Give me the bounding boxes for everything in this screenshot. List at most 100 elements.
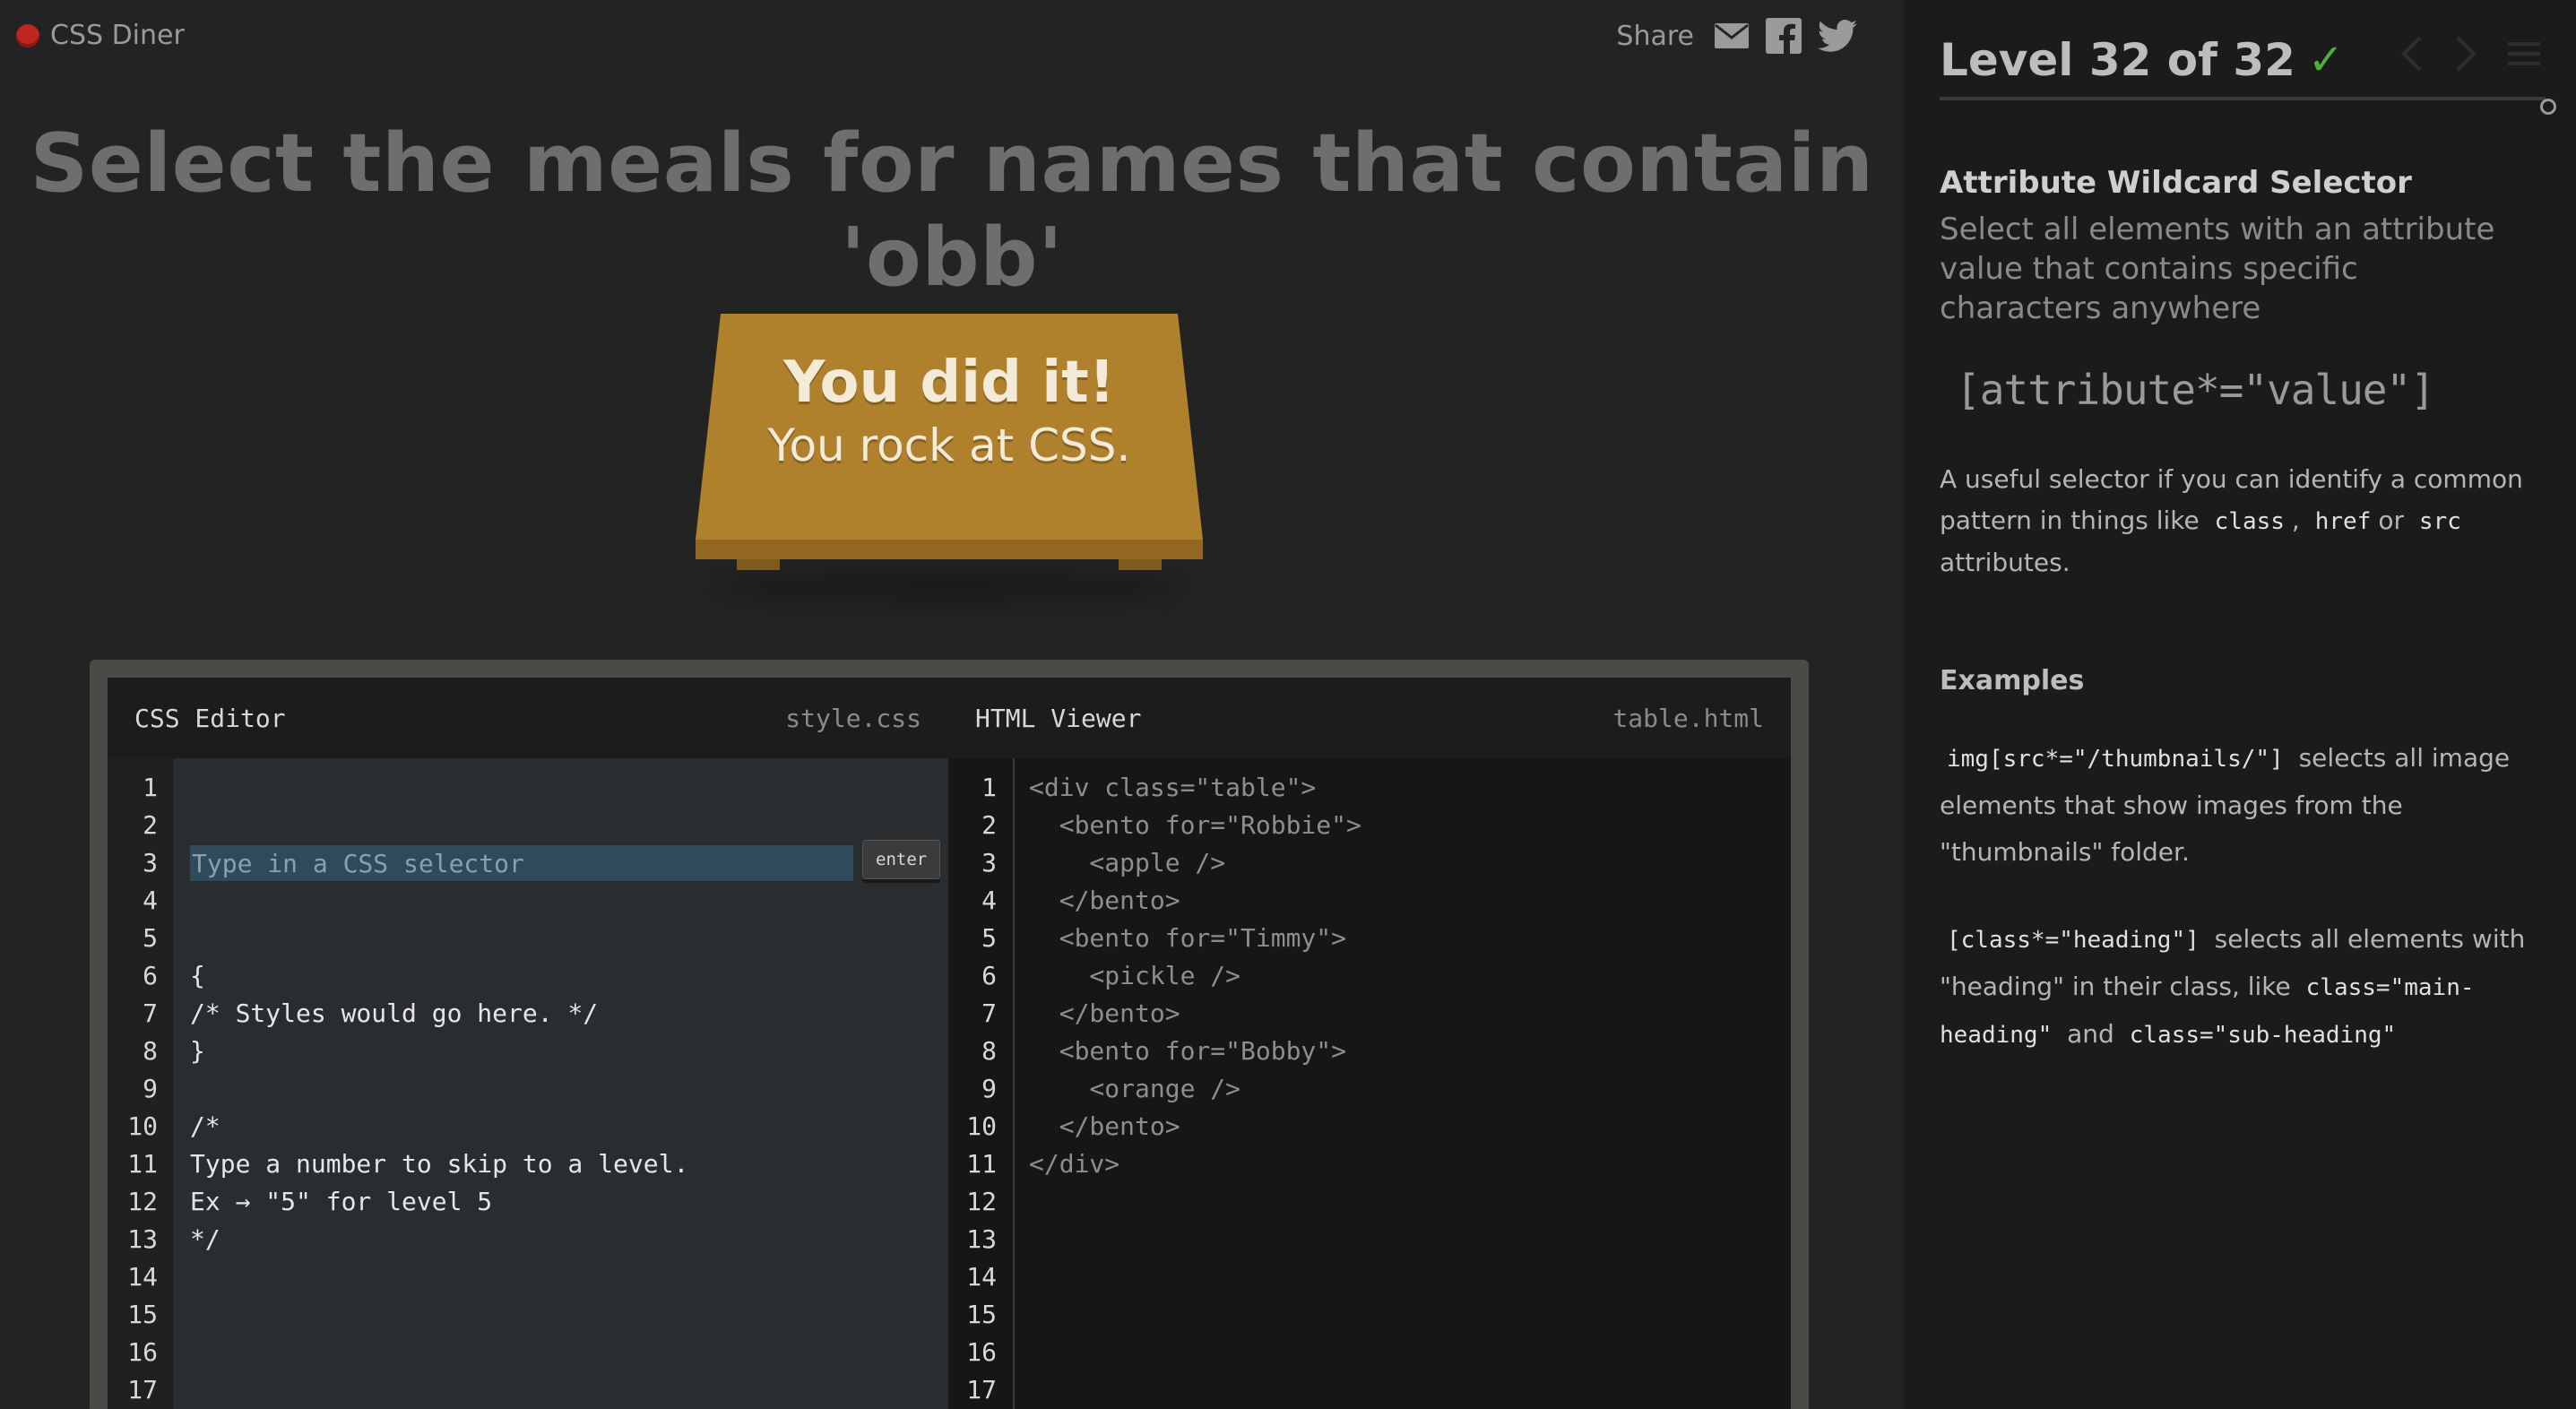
hint-sep-comma: , xyxy=(2291,506,2300,535)
line-number: 14 xyxy=(966,1262,997,1292)
code-line: /* Styles would go here. */ xyxy=(190,998,599,1028)
facebook-icon[interactable] xyxy=(1766,18,1802,54)
hint-tail: attributes. xyxy=(1940,548,2070,577)
code-line: <bento for="Timmy"> xyxy=(1029,923,1347,953)
table-edge xyxy=(696,540,1203,559)
level-sidebar: Level 32 of 32 ✓ Attribute Wildcard Sele… xyxy=(1904,0,2576,1409)
line-number: 9 xyxy=(143,1074,158,1103)
examples-heading: Examples xyxy=(1940,665,2085,696)
selector-syntax: [attribute*="value"] xyxy=(1956,366,2435,414)
line-number: 3 xyxy=(981,848,997,877)
code-line: </bento> xyxy=(1029,886,1180,915)
html-viewer-pane: HTML Viewer table.html 1 2 3 4 5 6 7 8 9 10 11 12 13… xyxy=(948,678,1791,1409)
html-viewer-title: HTML Viewer xyxy=(975,703,1142,733)
line-number: 7 xyxy=(981,998,997,1028)
app-title: CSS Diner xyxy=(50,20,185,51)
line-number: 8 xyxy=(143,1036,158,1066)
code-line: <bento for="Bobby"> xyxy=(1029,1036,1347,1066)
example-2-code-sub: class="sub-heading" xyxy=(2129,1022,2397,1049)
example-1: img[src*="/thumbnails/"] selects all ima… xyxy=(1940,735,2546,876)
code-line: Ex → "5" for level 5 xyxy=(190,1187,493,1216)
line-number: 14 xyxy=(127,1262,158,1292)
code-line: } xyxy=(190,1036,205,1066)
menu-icon[interactable] xyxy=(2508,40,2540,67)
line-number: 6 xyxy=(143,961,158,990)
html-code-lines: <div class="table"> <bento for="Robbie">… xyxy=(1015,758,1791,1409)
level-nav xyxy=(2400,34,2540,73)
game-area: CSS Diner Share Select the meals for nam… xyxy=(0,0,1904,1409)
code-line: */ xyxy=(190,1224,220,1254)
css-line-numbers: 1 2 3 4 5 6 7 8 9 10 11 12 13 14 15 16 17 xyxy=(108,758,174,1409)
html-line-numbers: 1 2 3 4 5 6 7 8 9 10 11 12 13 14 15 16 17 xyxy=(948,758,1015,1409)
hint-code-href: href xyxy=(2314,508,2372,535)
table: You did it! You rock at CSS. xyxy=(696,314,1203,601)
line-number: 1 xyxy=(981,773,997,802)
html-viewer-header: HTML Viewer table.html xyxy=(948,678,1791,758)
progress-end-icon xyxy=(2540,99,2556,115)
example-2-code: [class*="heading"] xyxy=(1947,927,2200,954)
line-number: 10 xyxy=(127,1111,158,1141)
line-number: 12 xyxy=(127,1187,158,1216)
css-code-lines: enter { /* Styles would go here. */} /* Typ… xyxy=(174,758,948,1409)
level-header: Level 32 of 32 ✓ xyxy=(1940,34,2344,86)
line-number: 1 xyxy=(143,773,158,802)
code-line: </div> xyxy=(1029,1149,1120,1179)
line-number: 11 xyxy=(966,1149,997,1179)
css-editor-pane: CSS Editor style.css 1 2 3 4 5 6 7 8 9 10 11 12 13 14… xyxy=(108,678,948,1409)
example-2: [class*="heading"] selects all elements … xyxy=(1940,916,2546,1059)
line-number: 17 xyxy=(127,1375,158,1405)
next-level-icon[interactable] xyxy=(2454,34,2477,73)
line-number: 13 xyxy=(127,1224,158,1254)
share-bar: Share xyxy=(1616,18,1857,54)
hint-code-src: src xyxy=(2418,508,2461,535)
selector-hint: A useful selector if you can identify a … xyxy=(1940,459,2531,583)
checkmark-icon: ✓ xyxy=(2307,35,2345,85)
level-progress-bar xyxy=(1940,97,2546,100)
email-icon[interactable] xyxy=(1714,22,1750,50)
selector-description: Select all elements with an attribute va… xyxy=(1940,212,2495,326)
code-line: <pickle /> xyxy=(1029,961,1241,990)
enter-button[interactable]: enter xyxy=(862,840,941,879)
line-number: 9 xyxy=(981,1074,997,1103)
twitter-icon[interactable] xyxy=(1818,20,1857,52)
html-code-area: 1 2 3 4 5 6 7 8 9 10 11 12 13 14 15 16 17 <div class="ta… xyxy=(948,758,1791,1409)
line-number: 7 xyxy=(143,998,158,1028)
line-number: 13 xyxy=(966,1224,997,1254)
code-line: </bento> xyxy=(1029,1111,1180,1141)
line-number: 16 xyxy=(127,1337,158,1367)
example-1-code: img[src*="/thumbnails/"] xyxy=(1947,746,2284,773)
line-number: 5 xyxy=(981,923,997,953)
line-number: 15 xyxy=(966,1300,997,1329)
line-number: 5 xyxy=(143,923,158,953)
code-line: <bento for="Robbie"> xyxy=(1029,810,1361,840)
level-instruction: Select the meals for names that contain … xyxy=(30,117,1874,305)
success-title: You did it! xyxy=(783,350,1115,416)
html-file-name: table.html xyxy=(1612,703,1764,733)
code-line: Type a number to skip to a level. xyxy=(190,1149,689,1179)
brand[interactable]: CSS Diner xyxy=(16,20,185,51)
line-number: 17 xyxy=(966,1375,997,1405)
code-line: <orange /> xyxy=(1029,1074,1241,1103)
code-line: { xyxy=(190,961,205,990)
table-leg-right xyxy=(1119,559,1162,570)
hint-sep-or: or xyxy=(2378,506,2405,535)
previous-level-icon[interactable] xyxy=(2400,34,2424,73)
css-selector-input[interactable] xyxy=(190,845,853,881)
code-line: <apple /> xyxy=(1029,848,1226,877)
code-line: /* xyxy=(190,1111,220,1141)
level-indicator: Level 32 of 32 xyxy=(1940,34,2295,86)
line-number: 10 xyxy=(966,1111,997,1141)
css-editor-header: CSS Editor style.css xyxy=(108,678,948,758)
line-number: 3 xyxy=(143,848,158,877)
code-line: </bento> xyxy=(1029,998,1180,1028)
example-2-and: and xyxy=(2067,1019,2114,1049)
line-number: 2 xyxy=(143,810,158,840)
code-line: <div class="table"> xyxy=(1029,773,1317,802)
editor-frame: CSS Editor style.css 1 2 3 4 5 6 7 8 9 10 11 12 13 14… xyxy=(90,660,1809,1409)
line-number: 15 xyxy=(127,1300,158,1329)
table-leg-left xyxy=(737,559,780,570)
success-subtitle: You rock at CSS. xyxy=(767,419,1131,471)
table-shadow xyxy=(722,574,1176,601)
line-number: 4 xyxy=(143,886,158,915)
css-code-area: 1234567891011121314151617 enter {/* Styl… xyxy=(108,758,948,1409)
